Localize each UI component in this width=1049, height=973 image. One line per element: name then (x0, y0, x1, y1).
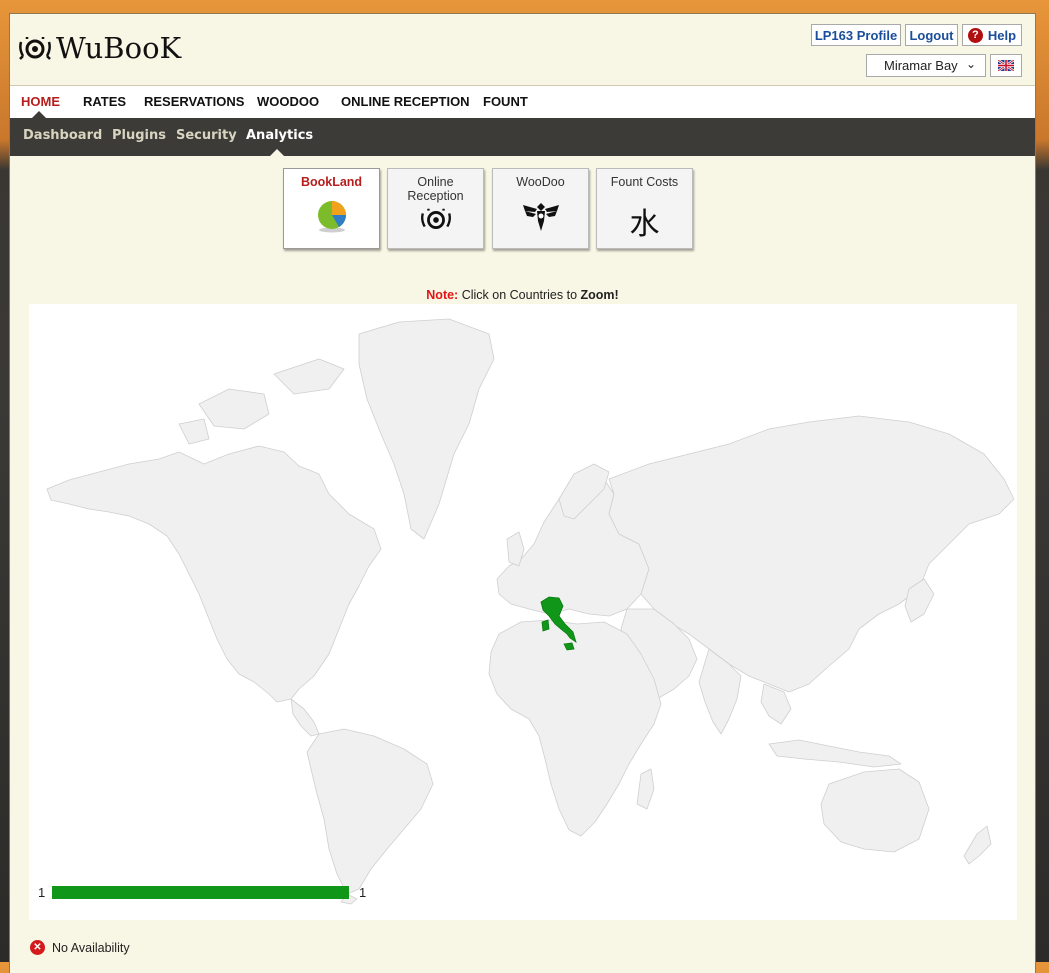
world-map-svg (46, 318, 1015, 905)
app-tile-label: Fount Costs (610, 175, 679, 189)
no-availability-status: ✕ No Availability (30, 940, 130, 955)
error-icon: ✕ (30, 940, 45, 955)
water-kanji-icon: 水 (629, 207, 660, 242)
map-country-south-america (306, 728, 434, 895)
map-legend: 1 1 (29, 882, 389, 904)
subnav-analytics[interactable]: Analytics (246, 128, 313, 143)
property-select[interactable]: Miramar Bay ⌄ (866, 54, 986, 77)
map-country-greenland (358, 318, 495, 540)
active-nav-indicator (32, 111, 46, 118)
wubook-logo-icon (19, 36, 51, 60)
app-tile-label: WooDoo (516, 175, 565, 189)
nav-rates[interactable]: RATES (83, 94, 126, 109)
app-frame: WuBooK LP163 Profile Logout ? Help Miram… (9, 13, 1036, 973)
nav-online-reception[interactable]: ONLINE RECEPTION (341, 94, 470, 109)
map-country-madagascar (636, 768, 655, 810)
uk-flag-icon (998, 60, 1014, 71)
subnav-dashboard[interactable]: Dashboard (23, 128, 102, 143)
wubook-logo[interactable]: WuBooK (18, 34, 181, 63)
nav-woodoo[interactable]: WOODOO (257, 94, 319, 109)
language-button[interactable] (990, 54, 1022, 77)
no-availability-label: No Availability (52, 940, 130, 955)
nav-fount[interactable]: FOUNT (483, 94, 528, 109)
active-subnav-indicator (270, 149, 284, 156)
header: WuBooK LP163 Profile Logout ? Help Miram… (10, 14, 1035, 85)
profile-button-label: LP163 Profile (814, 27, 898, 43)
note-emphasis: Zoom! (580, 288, 619, 302)
question-icon: ? (967, 27, 983, 43)
legend-gradient-bar (52, 886, 349, 899)
legend-max-label: 1 (359, 885, 367, 900)
world-map[interactable]: 1 1 (29, 304, 1017, 920)
profile-button[interactable]: LP163 Profile (811, 24, 901, 46)
sub-nav: Dashboard Plugins Security Analytics (10, 118, 1035, 156)
pie-chart-icon (317, 201, 346, 233)
app-tile-fount-costs[interactable]: Fount Costs 水 (596, 168, 693, 249)
logo-text: WuBooK (56, 31, 182, 65)
subnav-plugins[interactable]: Plugins (112, 128, 166, 143)
logout-button-label: Logout (909, 27, 954, 43)
app-tile-woodoo[interactable]: WooDoo (492, 168, 589, 249)
map-country-north-america (46, 445, 382, 703)
map-country-central-america (290, 698, 320, 737)
subnav-security[interactable]: Security (176, 128, 237, 143)
main-nav: HOME RATES RESERVATIONS WOODOO ONLINE RE… (10, 85, 1035, 118)
help-button-label: Help (987, 27, 1017, 43)
app-tile-label: BookLand (300, 175, 363, 189)
bird-emblem-icon (522, 203, 559, 231)
map-country-new-zealand (963, 825, 992, 865)
chevron-down-icon: ⌄ (965, 57, 976, 71)
note-prefix: Note: (426, 288, 459, 302)
app-tile-online-reception[interactable]: Online Reception (387, 168, 484, 249)
legend-min-label: 1 (38, 885, 46, 900)
nav-reservations[interactable]: RESERVATIONS (144, 94, 244, 109)
help-button[interactable]: ? Help (962, 24, 1022, 46)
app-tile-bookland[interactable]: BookLand (283, 168, 380, 249)
note-text: Click on Countries to (458, 288, 581, 302)
nav-home[interactable]: HOME (21, 94, 60, 109)
app-tile-label: Online Reception (407, 175, 464, 203)
map-country-australia (820, 768, 930, 853)
map-note: Note: Click on Countries to Zoom! (10, 288, 1035, 302)
map-country-indonesia (768, 739, 902, 768)
property-select-value: Miramar Bay (884, 58, 958, 73)
map-country-africa (488, 619, 662, 837)
map-country-arctic-islands (178, 358, 345, 445)
logout-button[interactable]: Logout (905, 24, 958, 46)
wubook-logo-icon (420, 208, 451, 229)
